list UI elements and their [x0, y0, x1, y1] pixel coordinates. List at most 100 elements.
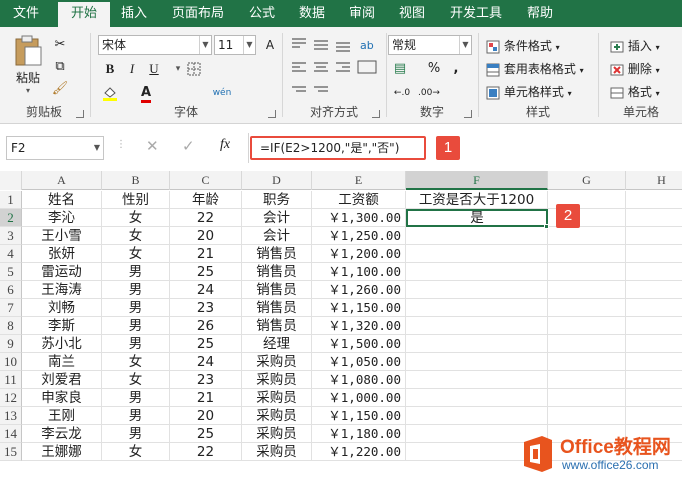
cell-age[interactable]: 20	[170, 407, 242, 425]
cell-name[interactable]: 苏小北	[22, 335, 102, 353]
row-header[interactable]: 7	[0, 299, 22, 317]
tab-developer[interactable]: 开发工具	[442, 0, 510, 27]
cell-h[interactable]	[626, 335, 682, 353]
cell-age[interactable]: 25	[170, 263, 242, 281]
cell-h[interactable]	[626, 389, 682, 407]
cell-salary[interactable]: ￥1,200.00	[312, 245, 406, 263]
percent-style-button[interactable]: %	[424, 59, 444, 79]
tab-home[interactable]: 开始	[58, 2, 110, 27]
cell-gender[interactable]: 男	[102, 389, 170, 407]
column-header-c[interactable]: C	[170, 171, 242, 190]
fill-color-icon[interactable]	[100, 83, 120, 103]
tab-formulas[interactable]: 公式	[240, 0, 284, 27]
cell-salary[interactable]: ￥1,500.00	[312, 335, 406, 353]
row-header[interactable]: 2	[0, 209, 22, 227]
fill-handle[interactable]	[544, 224, 549, 229]
tab-review[interactable]: 审阅	[340, 0, 384, 27]
cell-g[interactable]	[548, 335, 626, 353]
column-header-d[interactable]: D	[242, 171, 312, 190]
cell-position[interactable]: 销售员	[242, 317, 312, 335]
phonetic-guide-button[interactable]: wén	[212, 83, 232, 103]
cell-name[interactable]: 王刚	[22, 407, 102, 425]
decrease-decimal-icon[interactable]: .00→	[418, 83, 440, 103]
cell-over-1200[interactable]	[406, 389, 548, 407]
cell-name[interactable]: 李云龙	[22, 425, 102, 443]
row-header[interactable]: 5	[0, 263, 22, 281]
cell-age[interactable]: 22	[170, 443, 242, 461]
cell-h[interactable]	[626, 317, 682, 335]
cell-position[interactable]: 采购员	[242, 353, 312, 371]
cell-g[interactable]	[548, 371, 626, 389]
cell-gender[interactable]: 女	[102, 443, 170, 461]
cancel-icon[interactable]: ✕	[146, 137, 159, 155]
row-header[interactable]: 13	[0, 407, 22, 425]
cell-salary[interactable]: ￥1,080.00	[312, 371, 406, 389]
bold-button[interactable]: B	[100, 59, 120, 79]
cell-gender[interactable]: 女	[102, 209, 170, 227]
cell-age[interactable]: 24	[170, 353, 242, 371]
borders-icon[interactable]	[184, 59, 204, 79]
comma-style-button[interactable]: ,	[446, 59, 466, 79]
cell-age[interactable]: 23	[170, 371, 242, 389]
cell-name[interactable]: 刘爱君	[22, 371, 102, 389]
cell-over-1200[interactable]	[406, 353, 548, 371]
font-size-combo[interactable]: 11 ▼	[214, 35, 256, 55]
cell-over-1200[interactable]: 是	[406, 209, 548, 227]
cell-gender[interactable]: 男	[102, 263, 170, 281]
font-color-button[interactable]: A	[136, 83, 156, 103]
column-header-b[interactable]: B	[102, 171, 170, 190]
cell-salary[interactable]: ￥1,250.00	[312, 227, 406, 245]
copy-icon[interactable]: ⧉	[50, 57, 70, 77]
cell-over-1200[interactable]	[406, 335, 548, 353]
cell-over-1200[interactable]	[406, 263, 548, 281]
cell-g[interactable]	[548, 407, 626, 425]
number-launcher-icon[interactable]	[464, 110, 472, 118]
cell-position[interactable]: 采购员	[242, 443, 312, 461]
cell-position[interactable]: 采购员	[242, 425, 312, 443]
row-header[interactable]: 3	[0, 227, 22, 245]
underline-button[interactable]: U	[144, 59, 164, 79]
cell-gender[interactable]: 女	[102, 245, 170, 263]
cell-age[interactable]: 20	[170, 227, 242, 245]
cell-g[interactable]	[548, 227, 626, 245]
alignment-icons[interactable]: ab	[288, 33, 384, 103]
cell-h[interactable]	[626, 299, 682, 317]
cell-gender[interactable]: 男	[102, 299, 170, 317]
number-format-combo[interactable]: 常规 ▼	[388, 35, 472, 55]
enter-icon[interactable]: ✓	[182, 137, 195, 155]
row-header[interactable]: 10	[0, 353, 22, 371]
row-header[interactable]: 1	[0, 191, 22, 209]
cell-age[interactable]: 21	[170, 389, 242, 407]
row-header[interactable]: 12	[0, 389, 22, 407]
cell-gender[interactable]: 男	[102, 281, 170, 299]
cell-over-1200[interactable]	[406, 245, 548, 263]
cell-name[interactable]: 李斯	[22, 317, 102, 335]
cell-position[interactable]: 经理	[242, 335, 312, 353]
insert-function-button[interactable]: fx	[220, 137, 230, 153]
cell-position[interactable]: 销售员	[242, 263, 312, 281]
cell-age[interactable]: 25	[170, 335, 242, 353]
cell-salary[interactable]: ￥1,180.00	[312, 425, 406, 443]
cell-age[interactable]: 26	[170, 317, 242, 335]
cell-name[interactable]: 王海涛	[22, 281, 102, 299]
cell-salary[interactable]: ￥1,150.00	[312, 299, 406, 317]
cell-salary[interactable]: ￥1,220.00	[312, 443, 406, 461]
cell-styles-button[interactable]: 单元格样式 ▾	[486, 83, 572, 100]
cell-name[interactable]: 雷运动	[22, 263, 102, 281]
cell-age[interactable]: 24	[170, 281, 242, 299]
tab-file[interactable]: 文件	[0, 0, 52, 27]
row-header[interactable]: 8	[0, 317, 22, 335]
cell-name[interactable]: 王娜娜	[22, 443, 102, 461]
row-header[interactable]: 15	[0, 443, 22, 461]
cell-salary[interactable]: ￥1,320.00	[312, 317, 406, 335]
format-as-table-button[interactable]: 套用表格格式 ▾	[486, 60, 584, 77]
cell-position[interactable]: 会计	[242, 209, 312, 227]
cell-g[interactable]	[548, 317, 626, 335]
cell-position[interactable]: 销售员	[242, 299, 312, 317]
cell-h[interactable]	[626, 209, 682, 227]
cell-over-1200[interactable]	[406, 299, 548, 317]
cell-name[interactable]: 申家良	[22, 389, 102, 407]
insert-cells-button[interactable]: 插入 ▾	[610, 37, 660, 54]
cell-name[interactable]: 王小雪	[22, 227, 102, 245]
header-cell-over-1200[interactable]: 工资是否大于1200	[406, 191, 548, 209]
